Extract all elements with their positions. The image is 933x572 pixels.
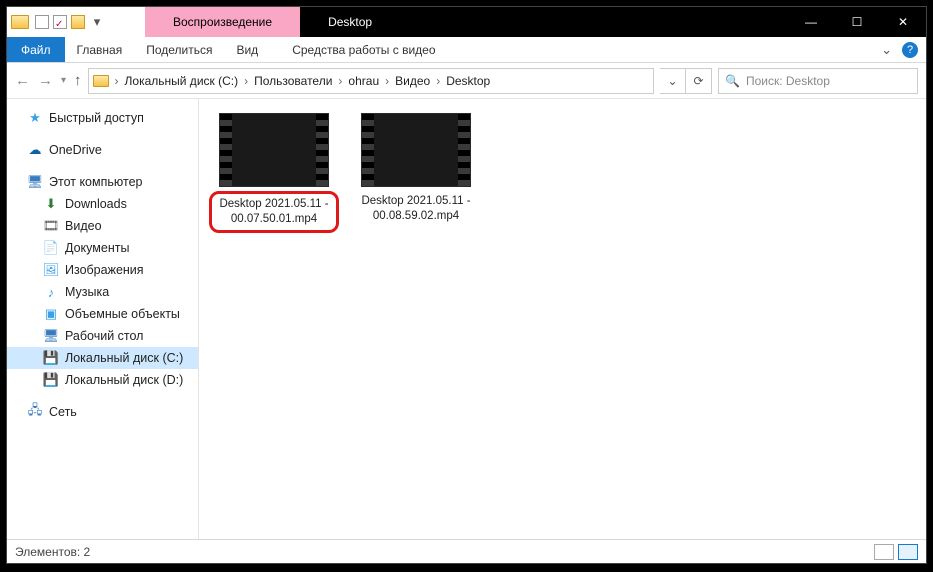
address-bar[interactable]: › Локальный диск (C:) › Пользователи › o… (88, 68, 654, 94)
sidebar-item-desktop[interactable]: 🖥Рабочий стол (7, 325, 198, 347)
monitor-icon: 🖥 (27, 174, 43, 190)
video-icon: 🎞 (43, 218, 59, 234)
address-folder-icon (93, 75, 109, 87)
file-list[interactable]: Desktop 2021.05.11 - 00.07.50.01.mp4 Des… (199, 99, 926, 539)
disk-icon: 💾 (43, 350, 59, 366)
file-item[interactable]: Desktop 2021.05.11 - 00.08.59.02.mp4 (351, 113, 481, 227)
titlebar: ▾ Воспроизведение Desktop ― ☐ ✕ (7, 7, 926, 37)
desktop-icon: 🖥 (43, 328, 59, 344)
context-tab[interactable]: Воспроизведение (145, 7, 300, 37)
forward-button[interactable]: → (38, 72, 53, 89)
sidebar-item-videos[interactable]: 🎞Видео (7, 215, 198, 237)
breadcrumb-seg-4[interactable]: Desktop (446, 74, 490, 88)
recent-dropdown-icon[interactable]: ▾ (61, 75, 66, 86)
status-bar: Элементов: 2 (7, 539, 926, 563)
video-thumbnail (219, 113, 329, 187)
file-item[interactable]: Desktop 2021.05.11 - 00.07.50.01.mp4 (209, 113, 339, 233)
ribbon-expand-icon[interactable]: ⌄ (881, 42, 892, 58)
sidebar-item-onedrive[interactable]: ☁OneDrive (7, 139, 198, 161)
minimize-button[interactable]: ― (788, 7, 834, 37)
video-thumbnail (361, 113, 471, 187)
quick-access-toolbar: ▾ (35, 14, 105, 30)
explorer-window: ▾ Воспроизведение Desktop ― ☐ ✕ Файл Гла… (6, 6, 927, 564)
navigation-bar: ← → ▾ ↑ › Локальный диск (C:) › Пользова… (7, 63, 926, 99)
breadcrumb-seg-0[interactable]: Локальный диск (C:) (125, 74, 239, 88)
navigation-pane: ★Быстрый доступ ☁OneDrive 🖥Этот компьюте… (7, 99, 199, 539)
folder-icon (11, 15, 29, 29)
document-icon: 📄 (43, 240, 59, 256)
file-menu[interactable]: Файл (7, 37, 65, 62)
chevron-right-icon[interactable]: › (432, 74, 444, 88)
ribbon-tab-video-tools[interactable]: Средства работы с видео (280, 39, 447, 61)
sidebar-item-3d-objects[interactable]: ▣Объемные объекты (7, 303, 198, 325)
sidebar-item-pictures[interactable]: 🖼Изображения (7, 259, 198, 281)
ribbon-tab-home[interactable]: Главная (65, 39, 135, 61)
breadcrumb-seg-1[interactable]: Пользователи (254, 74, 332, 88)
sidebar-item-music[interactable]: ♪Музыка (7, 281, 198, 303)
breadcrumb-seg-2[interactable]: ohrau (348, 74, 379, 88)
up-button[interactable]: ↑ (74, 72, 82, 89)
disk-icon: 💾 (43, 372, 59, 388)
network-icon: 🖧 (27, 404, 43, 420)
sidebar-item-network[interactable]: 🖧Сеть (7, 401, 198, 423)
help-icon[interactable]: ? (902, 42, 918, 58)
item-count-label: Элементов: 2 (15, 545, 90, 559)
chevron-right-icon[interactable]: › (334, 74, 346, 88)
breadcrumb-seg-3[interactable]: Видео (395, 74, 430, 88)
sidebar-item-quick-access[interactable]: ★Быстрый доступ (7, 107, 198, 129)
sidebar-item-this-pc[interactable]: 🖥Этот компьютер (7, 171, 198, 193)
chevron-right-icon[interactable]: › (240, 74, 252, 88)
ribbon: Файл Главная Поделиться Вид Средства раб… (7, 37, 926, 63)
qat-overflow-icon[interactable]: ▾ (89, 14, 105, 30)
maximize-button[interactable]: ☐ (834, 7, 880, 37)
sidebar-item-downloads[interactable]: ⬇Downloads (7, 193, 198, 215)
qat-btn-3[interactable] (71, 15, 85, 29)
file-name-label: Desktop 2021.05.11 - 00.07.50.01.mp4 (209, 191, 339, 233)
refresh-button[interactable]: ⟳ (686, 68, 712, 94)
cube-icon: ▣ (43, 306, 59, 322)
view-icons-button[interactable] (898, 544, 918, 560)
file-name-label: Desktop 2021.05.11 - 00.08.59.02.mp4 (351, 191, 481, 227)
sidebar-item-disk-c[interactable]: 💾Локальный диск (C:) (7, 347, 198, 369)
search-input[interactable]: 🔍 Поиск: Desktop (718, 68, 918, 94)
ribbon-tab-share[interactable]: Поделиться (134, 39, 224, 61)
cloud-icon: ☁ (27, 142, 43, 158)
view-details-button[interactable] (874, 544, 894, 560)
ribbon-tab-view[interactable]: Вид (224, 39, 270, 61)
window-title: Desktop (300, 7, 400, 37)
address-dropdown[interactable]: ⌄ (660, 68, 686, 94)
picture-icon: 🖼 (43, 262, 59, 278)
qat-btn-2[interactable] (53, 15, 67, 29)
sidebar-item-documents[interactable]: 📄Документы (7, 237, 198, 259)
close-button[interactable]: ✕ (880, 7, 926, 37)
star-icon: ★ (27, 110, 43, 126)
search-placeholder: Поиск: Desktop (746, 74, 830, 88)
music-icon: ♪ (43, 284, 59, 300)
download-icon: ⬇ (43, 196, 59, 212)
qat-btn-1[interactable] (35, 15, 49, 29)
back-button[interactable]: ← (15, 72, 30, 89)
chevron-right-icon[interactable]: › (381, 74, 393, 88)
search-icon: 🔍 (725, 74, 740, 88)
chevron-right-icon[interactable]: › (111, 74, 123, 88)
sidebar-item-disk-d[interactable]: 💾Локальный диск (D:) (7, 369, 198, 391)
